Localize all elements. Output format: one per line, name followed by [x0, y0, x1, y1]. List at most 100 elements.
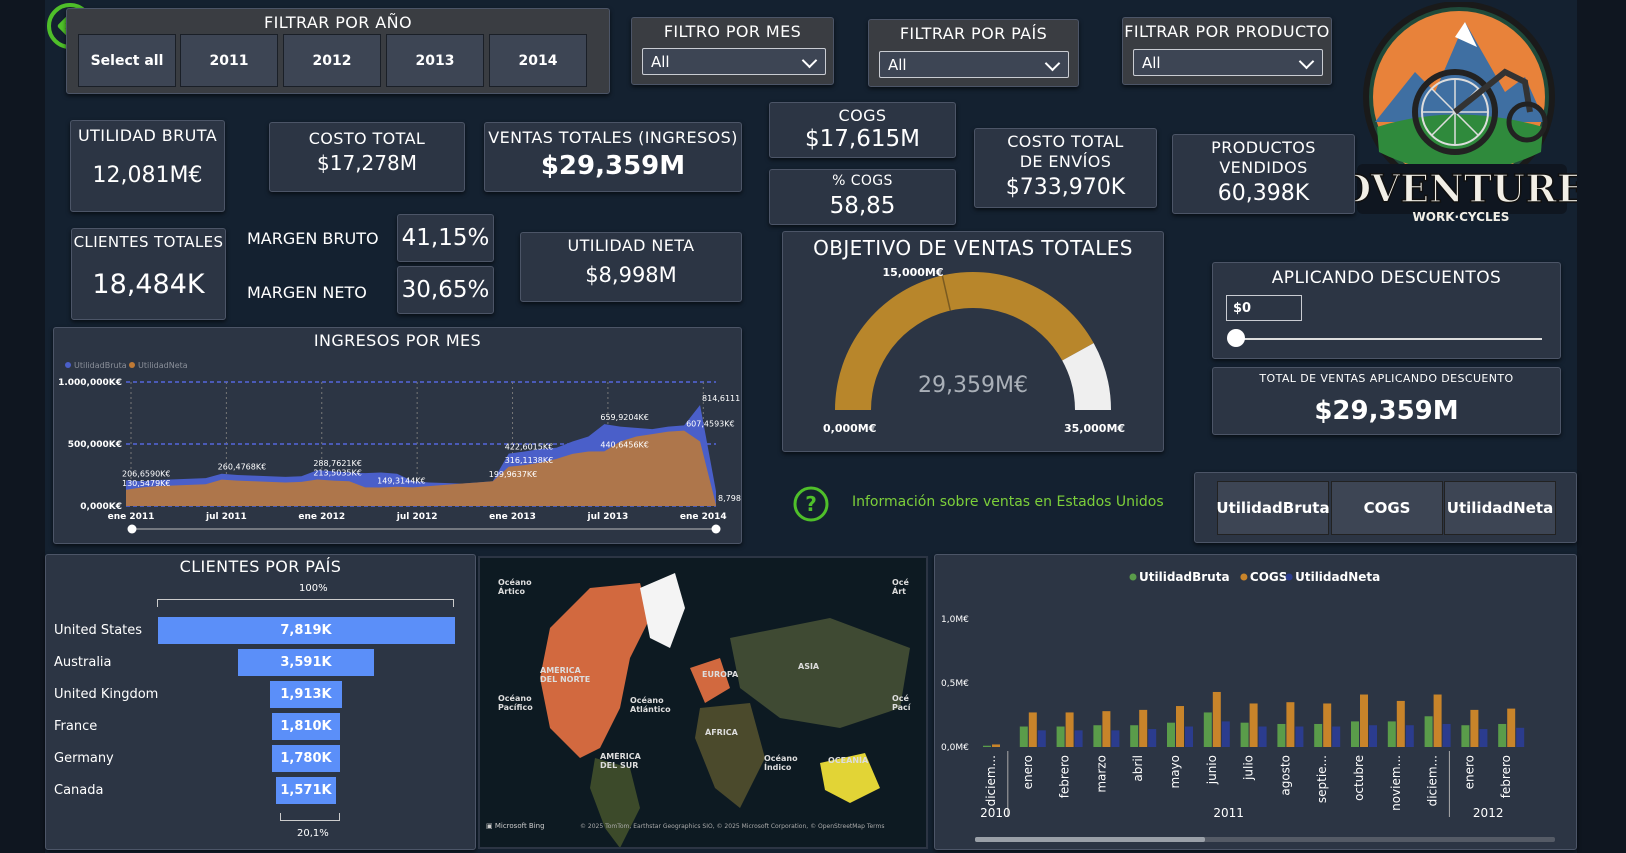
bar-UtilidadBruta[interactable] [1351, 721, 1359, 747]
year-button-2012[interactable]: 2012 [283, 34, 381, 87]
gauge-target-label: 15,000M€ [882, 266, 943, 279]
bar-COGS[interactable] [1433, 694, 1442, 747]
product-filter-panel: FILTRAR POR PRODUCTO All [1122, 17, 1332, 85]
year-button-2014[interactable]: 2014 [489, 34, 587, 87]
bar-UtilidadBruta[interactable] [1130, 725, 1139, 747]
kpi-label: COGS [838, 106, 887, 125]
country-bar[interactable]: 3,591K [237, 649, 375, 676]
bar-UtilidadBruta[interactable] [1498, 723, 1507, 747]
bar-UtilidadNeta[interactable] [1111, 730, 1120, 747]
country-label: Germany [54, 751, 114, 766]
discount-input[interactable]: $0 [1226, 295, 1302, 321]
x-category-label: septie... [1315, 755, 1329, 803]
legend-marker [65, 362, 71, 368]
x-category-label: marzo [1094, 755, 1108, 793]
discount-slider-thumb[interactable] [1227, 329, 1245, 347]
bar-UtilidadNeta[interactable] [1369, 725, 1377, 747]
year-button-2013[interactable]: 2013 [386, 34, 484, 87]
bar-COGS[interactable] [992, 744, 1000, 747]
y-tick-label: 0,000K€ [80, 502, 122, 512]
info-text[interactable]: Información sobre ventas en Estados Unid… [852, 494, 1164, 510]
bar-UtilidadBruta[interactable] [1387, 721, 1396, 747]
data-label: 213,5035K€ [313, 469, 362, 478]
bar-COGS[interactable] [1470, 709, 1479, 747]
bar-UtilidadNeta[interactable] [1185, 726, 1193, 747]
country-bar[interactable]: 1,571K [276, 777, 336, 804]
month-select[interactable]: All [642, 48, 826, 75]
range-slider-handle-left[interactable] [127, 524, 137, 534]
kpi-label: % COGS [832, 173, 893, 189]
bar-UtilidadBruta[interactable] [1167, 722, 1175, 747]
bar-COGS[interactable] [1176, 706, 1184, 747]
bar-COGS[interactable] [1360, 694, 1368, 747]
legend-marker [129, 362, 135, 368]
x-tick-label: jul 2013 [587, 512, 629, 522]
bar-COGS[interactable] [1286, 702, 1295, 747]
bar-UtilidadNeta[interactable] [1037, 730, 1046, 747]
year-button-2011[interactable]: 2011 [180, 34, 278, 87]
data-label: 288,7621K€ [313, 459, 362, 468]
data-label: 199,9637K€ [489, 470, 538, 479]
bar-COGS[interactable] [1102, 711, 1111, 747]
bar-COGS[interactable] [1396, 700, 1405, 747]
bar-UtilidadNeta[interactable] [1148, 729, 1157, 747]
world-map[interactable]: Océano Ártico AMÉRICA DEL NORTE EUROPA ASIA… [478, 556, 928, 849]
product-select[interactable]: All [1133, 49, 1323, 76]
year-button-select-all[interactable]: Select all [78, 34, 176, 87]
horizontal-scrollbar-thumb[interactable] [975, 837, 1205, 842]
bar-COGS[interactable] [1249, 703, 1258, 747]
bar-UtilidadBruta[interactable] [1019, 726, 1028, 747]
kpi-cogs: COGS $17,615M [769, 102, 956, 158]
bar-COGS[interactable] [1212, 691, 1221, 747]
discount-slider-track[interactable] [1237, 338, 1542, 340]
funnel-bottom-pct: 20,1% [297, 828, 329, 839]
bar-UtilidadBruta[interactable] [1240, 722, 1249, 747]
bar-UtilidadBruta[interactable] [1277, 723, 1286, 747]
bar-COGS[interactable] [1323, 703, 1332, 747]
bar-UtilidadBruta[interactable] [1093, 725, 1102, 747]
range-slider-handle-right[interactable] [711, 524, 721, 534]
bar-UtilidadNeta[interactable] [1442, 723, 1451, 747]
help-icon[interactable]: ? [792, 485, 830, 523]
map-credit-text: Microsoft Bing [494, 822, 545, 830]
country-label: Australia [54, 655, 112, 670]
bar-UtilidadNeta[interactable] [1258, 726, 1267, 747]
map-copyright: © 2025 TomTom, Earthstar Geographics SIO… [580, 823, 885, 830]
bar-UtilidadNeta[interactable] [1074, 730, 1083, 747]
monthly-bar-chart-card: UtilidadBruta COGS UtilidadNeta 1,0M€ 0,5M€ 0… [934, 554, 1577, 850]
toggle-cogs[interactable]: COGS [1331, 481, 1443, 535]
country-bar[interactable]: 1,810K [271, 713, 341, 740]
bar-COGS[interactable] [1507, 708, 1516, 747]
toggle-utilidad-bruta[interactable]: UtilidadBruta [1216, 481, 1330, 535]
bar-UtilidadBruta[interactable] [1056, 726, 1065, 747]
country-bar[interactable]: 1,780K [272, 745, 340, 772]
kpi-ventas-totales: VENTAS TOTALES (INGRESOS) $29,359M [484, 122, 742, 192]
y-tick-label: 1,0M€ [941, 615, 969, 625]
country-select[interactable]: All [879, 51, 1069, 78]
x-tick-label: ene 2013 [489, 512, 536, 522]
bar-UtilidadBruta[interactable] [983, 745, 991, 747]
discount-card: APLICANDO DESCUENTOS $0 [1212, 262, 1561, 359]
bar-COGS[interactable] [1028, 712, 1037, 747]
bar-UtilidadBruta[interactable] [1314, 723, 1323, 747]
bar-UtilidadNeta[interactable] [1332, 726, 1341, 747]
bar-UtilidadNeta[interactable] [1295, 726, 1304, 747]
month-filter-panel: FILTRO POR MES All [631, 17, 834, 85]
country-bar[interactable]: 7,819K [157, 617, 455, 644]
bar-UtilidadBruta[interactable] [1424, 716, 1433, 747]
x-category-label: enero [1462, 755, 1476, 789]
country-bar[interactable]: 1,913K [269, 681, 343, 708]
discount-title: APLICANDO DESCUENTOS [1271, 268, 1502, 288]
x-category-label: junio [1205, 755, 1219, 785]
x-category-label: febrero [1058, 755, 1072, 798]
x-category-label: mayo [1168, 755, 1182, 789]
toggle-utilidad-neta[interactable]: UtilidadNeta [1444, 481, 1556, 535]
bar-UtilidadNeta[interactable] [1479, 729, 1488, 747]
bar-UtilidadNeta[interactable] [1516, 727, 1525, 747]
bar-UtilidadBruta[interactable] [1203, 712, 1212, 747]
bar-COGS[interactable] [1139, 709, 1148, 747]
bar-UtilidadBruta[interactable] [1461, 725, 1470, 747]
bar-COGS[interactable] [1065, 712, 1074, 747]
bar-UtilidadNeta[interactable] [1405, 725, 1414, 747]
bar-UtilidadNeta[interactable] [1221, 721, 1230, 747]
